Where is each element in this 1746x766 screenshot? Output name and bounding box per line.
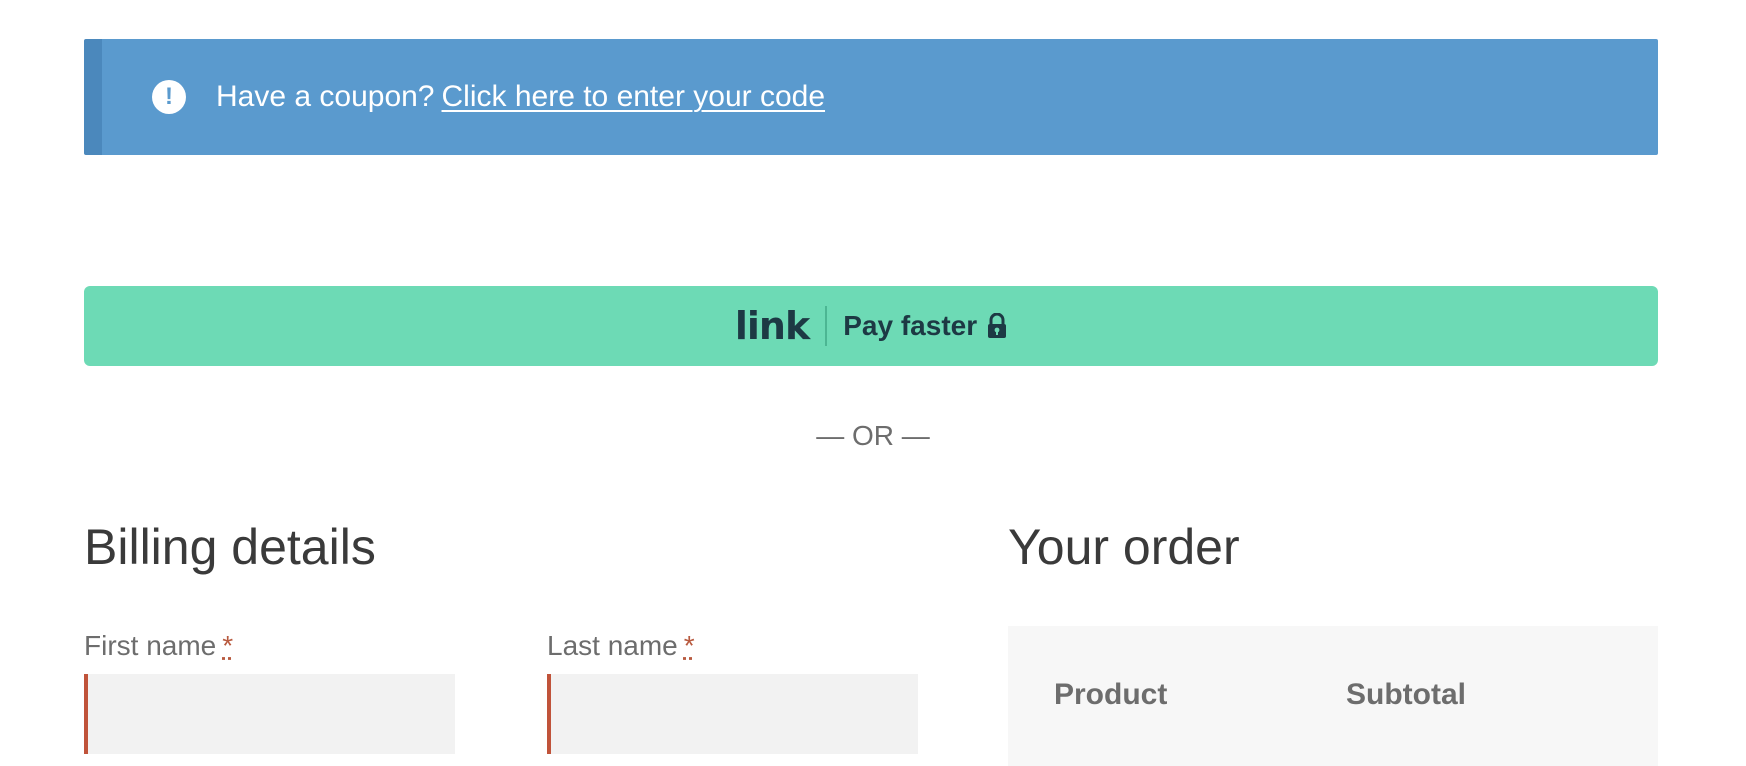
lock-icon	[987, 313, 1007, 339]
coupon-notice: ! Have a coupon? Click here to enter you…	[84, 39, 1658, 155]
required-marker: *	[683, 630, 695, 661]
last-name-label: Last name *	[547, 630, 695, 662]
coupon-notice-text: Have a coupon?	[216, 80, 435, 113]
order-table: Product Subtotal	[1008, 626, 1658, 766]
last-name-label-text: Last name	[547, 630, 678, 661]
pay-faster-label: Pay faster	[843, 310, 978, 341]
link-logo: link	[734, 304, 810, 348]
column-header-subtotal: Subtotal	[1346, 678, 1466, 711]
info-icon: !	[152, 80, 186, 114]
billing-details-title: Billing details	[84, 519, 376, 575]
first-name-label: First name *	[84, 630, 233, 662]
column-header-product: Product	[1054, 678, 1168, 711]
first-name-label-text: First name	[84, 630, 217, 661]
link-divider	[825, 306, 828, 346]
required-marker: *	[222, 630, 234, 661]
your-order-title: Your order	[1008, 519, 1240, 575]
first-name-field[interactable]	[84, 674, 455, 754]
last-name-field[interactable]	[547, 674, 918, 754]
or-divider: — OR —	[816, 420, 930, 451]
enter-coupon-link[interactable]: Click here to enter your code	[442, 80, 826, 114]
link-pay-faster-button[interactable]: link Pay faster	[84, 286, 1658, 366]
